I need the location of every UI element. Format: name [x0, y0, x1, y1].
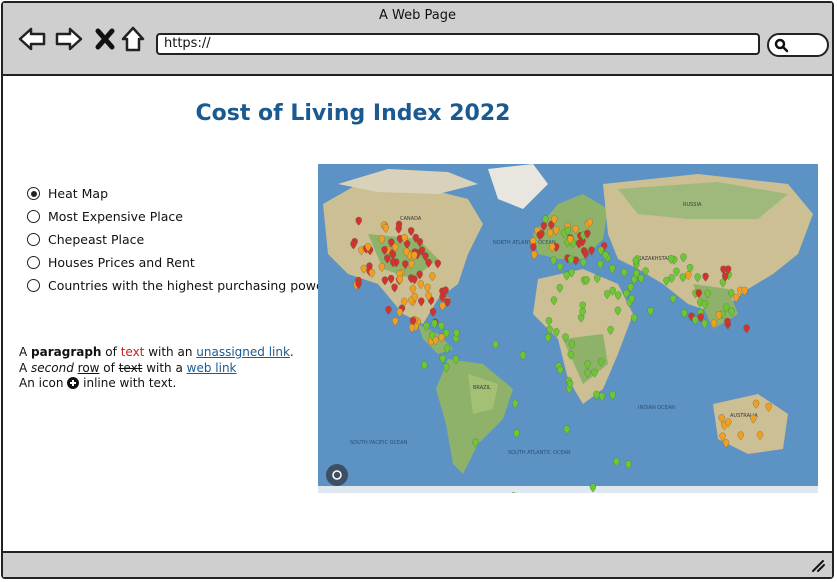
resize-grip-icon[interactable] [810, 559, 826, 573]
italic-text: second [31, 360, 74, 375]
page-title: Cost of Living Index 2022 [195, 101, 511, 126]
option-heat-map[interactable]: Heat Map [27, 182, 329, 205]
text: A [19, 360, 32, 375]
radio-icon[interactable] [27, 233, 40, 246]
close-x-icon[interactable] [91, 25, 121, 53]
option-houses-prices[interactable]: Houses Prices and Rent [27, 251, 329, 274]
label-north-atlantic: NORTH ATLANTIC OCEAN [493, 240, 556, 246]
sample-paragraph: A paragraph of text with an unassigned l… [19, 345, 294, 392]
text: of [99, 360, 119, 375]
option-most-expensive[interactable]: Most Expensive Place [27, 205, 329, 228]
label-brazil: BRAZIL [473, 385, 491, 391]
label-canada: CANADA [400, 216, 422, 222]
text: of [101, 345, 121, 359]
window-title: A Web Page [379, 8, 456, 23]
plus-circle-icon [67, 377, 80, 389]
option-label: Houses Prices and Rent [48, 255, 195, 270]
unassigned-link[interactable]: unassigned link [196, 345, 290, 359]
option-label: Most Expensive Place [48, 209, 183, 224]
option-cheapest[interactable]: Chepeast Place [27, 228, 329, 251]
paragraph-line-3: An icon inline with text. [19, 376, 294, 392]
label-south-atlantic: SOUTH ATLANTIC OCEAN [508, 450, 571, 456]
home-icon[interactable] [119, 25, 149, 53]
text: with an [144, 345, 197, 359]
label-kazakhstan: KAZAKHSTAN [638, 256, 672, 262]
text: . [289, 345, 294, 359]
radio-selected-icon[interactable] [27, 187, 40, 200]
strikethrough-text: text [118, 360, 143, 375]
status-bar [3, 551, 832, 577]
label-russia: RUSSIA [683, 202, 702, 208]
option-purchasing-power[interactable]: Countries with the highest purchasing po… [27, 274, 329, 297]
text: A [19, 345, 32, 359]
red-text: text [120, 345, 145, 359]
paragraph-line-1: A paragraph of text with an unassigned l… [19, 345, 294, 361]
option-label: Countries with the highest purchasing po… [48, 278, 329, 293]
underlined-text: row [77, 360, 100, 375]
world-heat-map[interactable]: CANADA RUSSIA KAZAKHSTAN BRAZIL AUSTRALI… [318, 164, 818, 493]
option-label: Heat Map [48, 186, 109, 201]
paragraph-line-2: A second row of text with a web link [19, 361, 294, 377]
address-bar[interactable]: https:// [156, 33, 760, 55]
web-link[interactable]: web link [187, 361, 237, 375]
bold-text: paragraph [31, 345, 102, 359]
text: inline with text. [79, 376, 177, 390]
browser-toolbar: A Web Page https:// [3, 3, 832, 76]
back-arrow-icon[interactable] [17, 25, 47, 53]
recenter-button[interactable] [326, 464, 348, 486]
option-label: Chepeast Place [48, 232, 145, 247]
forward-arrow-icon[interactable] [54, 25, 84, 53]
world-map-image: CANADA RUSSIA KAZAKHSTAN BRAZIL AUSTRALI… [318, 164, 818, 493]
radio-icon[interactable] [27, 210, 40, 223]
label-south-pacific: SOUTH PACIFIC OCEAN [350, 440, 408, 446]
radio-icon[interactable] [27, 256, 40, 269]
radio-icon[interactable] [27, 279, 40, 292]
search-field[interactable] [767, 33, 829, 57]
label-indian-ocean: INDIAN OCEAN [638, 405, 675, 411]
map-view-options: Heat Map Most Expensive Place Chepeast P… [27, 182, 329, 297]
text: An icon [19, 376, 68, 390]
browser-window: A Web Page https:// Cost of Living Index… [1, 1, 834, 579]
text: with a [142, 360, 187, 375]
search-icon [774, 38, 789, 53]
